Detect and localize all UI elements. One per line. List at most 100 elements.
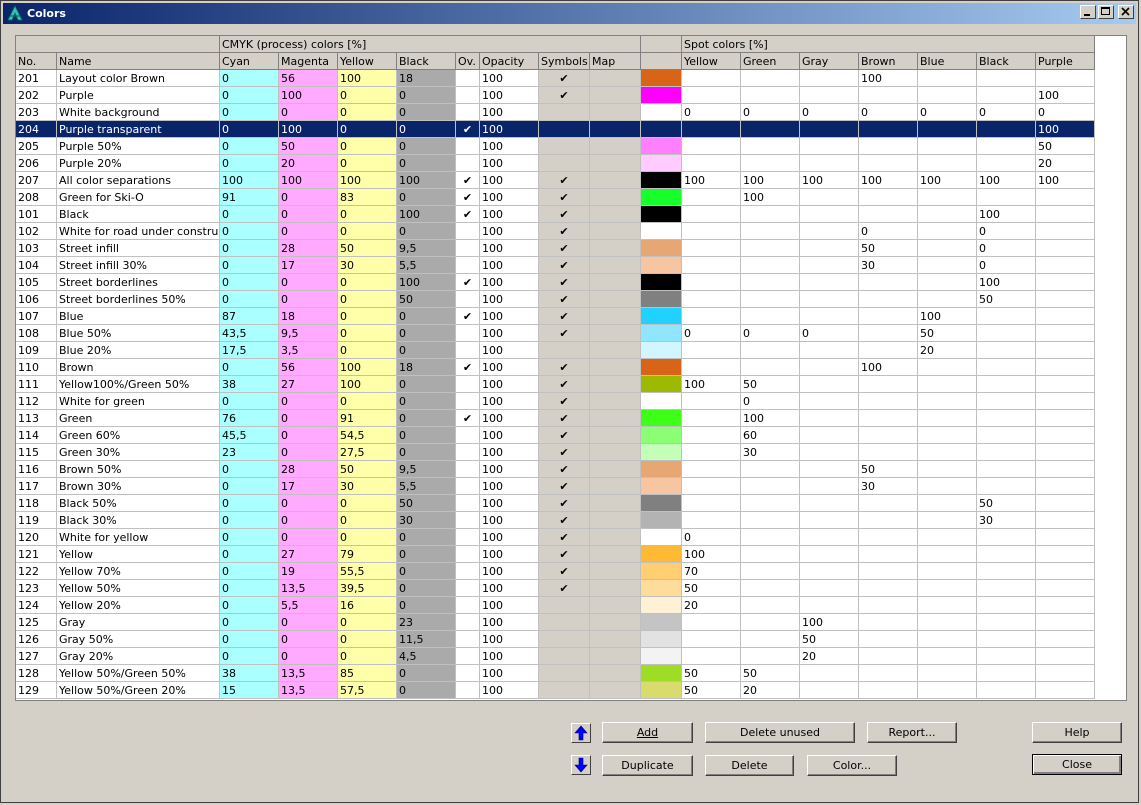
cell-spot-blue[interactable]: [918, 512, 977, 529]
cell-magenta[interactable]: 0: [279, 393, 338, 410]
cell-symbols[interactable]: ✔: [539, 325, 590, 342]
cell-overprint[interactable]: [456, 104, 480, 121]
cell-spot-blue[interactable]: [918, 546, 977, 563]
cell-black[interactable]: 11,5: [397, 631, 456, 648]
cell-name[interactable]: Green for Ski-O: [57, 189, 220, 206]
cell-opacity[interactable]: 100: [480, 87, 539, 104]
cell-magenta[interactable]: 56: [279, 70, 338, 87]
cell-spot-blue[interactable]: 100: [918, 308, 977, 325]
color-swatch[interactable]: [641, 342, 682, 359]
cell-cyan[interactable]: 0: [220, 631, 279, 648]
cell-spot-black[interactable]: [977, 189, 1036, 206]
cell-spot-blue[interactable]: [918, 631, 977, 648]
column-header-no[interactable]: No.: [16, 53, 57, 70]
cell-cyan[interactable]: 0: [220, 257, 279, 274]
cell-spot-blue[interactable]: [918, 223, 977, 240]
cell-spot-blue[interactable]: [918, 359, 977, 376]
cell-no[interactable]: 101: [16, 206, 57, 223]
color-swatch[interactable]: [641, 121, 682, 138]
cell-spot-gray[interactable]: [800, 393, 859, 410]
cell-no[interactable]: 207: [16, 172, 57, 189]
cell-spot-green[interactable]: [741, 138, 800, 155]
cell-symbols[interactable]: [539, 665, 590, 682]
cell-spot-gray[interactable]: 0: [800, 325, 859, 342]
cell-spot-gray[interactable]: [800, 461, 859, 478]
cell-spot-yellow[interactable]: [682, 223, 741, 240]
cell-overprint[interactable]: [456, 597, 480, 614]
cell-spot-black[interactable]: [977, 631, 1036, 648]
cell-yellow[interactable]: 0: [338, 87, 397, 104]
column-header-map[interactable]: Map: [590, 53, 641, 70]
maximize-button[interactable]: [1098, 5, 1114, 19]
cell-black[interactable]: 0: [397, 546, 456, 563]
cell-spot-gray[interactable]: [800, 206, 859, 223]
cell-overprint[interactable]: ✔: [456, 172, 480, 189]
cell-symbols[interactable]: [539, 104, 590, 121]
cell-black[interactable]: 100: [397, 172, 456, 189]
cell-no[interactable]: 105: [16, 274, 57, 291]
cell-spot-black[interactable]: [977, 325, 1036, 342]
cell-spot-yellow[interactable]: 50: [682, 682, 741, 699]
cell-name[interactable]: Brown 30%: [57, 478, 220, 495]
cell-spot-gray[interactable]: [800, 597, 859, 614]
cell-name[interactable]: Layout color Brown: [57, 70, 220, 87]
cell-spot-yellow[interactable]: 100: [682, 376, 741, 393]
cell-spot-blue[interactable]: [918, 410, 977, 427]
cell-no[interactable]: 208: [16, 189, 57, 206]
minimize-button[interactable]: [1080, 5, 1096, 19]
cell-overprint[interactable]: [456, 70, 480, 87]
cell-opacity[interactable]: 100: [480, 359, 539, 376]
cell-spot-purple[interactable]: [1036, 359, 1095, 376]
cell-spot-yellow[interactable]: [682, 274, 741, 291]
column-header-spot-gray[interactable]: Gray: [800, 53, 859, 70]
cell-cyan[interactable]: 43,5: [220, 325, 279, 342]
column-header-spot-yellow[interactable]: Yellow: [682, 53, 741, 70]
cell-yellow[interactable]: 0: [338, 342, 397, 359]
cell-no[interactable]: 125: [16, 614, 57, 631]
cell-spot-blue[interactable]: [918, 206, 977, 223]
cell-symbols[interactable]: ✔: [539, 291, 590, 308]
cell-spot-brown[interactable]: [859, 189, 918, 206]
cell-name[interactable]: Green: [57, 410, 220, 427]
cell-spot-green[interactable]: [741, 631, 800, 648]
cell-map[interactable]: [590, 410, 641, 427]
cell-spot-purple[interactable]: 100: [1036, 87, 1095, 104]
cell-black[interactable]: 9,5: [397, 461, 456, 478]
cell-spot-yellow[interactable]: [682, 240, 741, 257]
cell-spot-gray[interactable]: [800, 665, 859, 682]
cell-map[interactable]: [590, 529, 641, 546]
cell-spot-green[interactable]: 20: [741, 682, 800, 699]
cell-no[interactable]: 114: [16, 427, 57, 444]
cell-symbols[interactable]: [539, 342, 590, 359]
cell-spot-blue[interactable]: [918, 274, 977, 291]
cell-no[interactable]: 126: [16, 631, 57, 648]
cell-opacity[interactable]: 100: [480, 308, 539, 325]
cell-spot-green[interactable]: 30: [741, 444, 800, 461]
cell-spot-gray[interactable]: [800, 274, 859, 291]
cell-cyan[interactable]: 0: [220, 393, 279, 410]
cell-spot-green[interactable]: [741, 359, 800, 376]
cell-map[interactable]: [590, 359, 641, 376]
cell-spot-blue[interactable]: [918, 393, 977, 410]
cell-magenta[interactable]: 0: [279, 444, 338, 461]
cell-name[interactable]: Street infill: [57, 240, 220, 257]
move-up-button[interactable]: [571, 723, 591, 743]
cell-spot-purple[interactable]: 100: [1036, 121, 1095, 138]
cell-no[interactable]: 102: [16, 223, 57, 240]
cell-spot-green[interactable]: 100: [741, 172, 800, 189]
cell-spot-blue[interactable]: [918, 648, 977, 665]
title-bar[interactable]: Colors: [3, 3, 1136, 24]
cell-map[interactable]: [590, 580, 641, 597]
cell-symbols[interactable]: ✔: [539, 427, 590, 444]
cell-no[interactable]: 206: [16, 155, 57, 172]
cell-no[interactable]: 129: [16, 682, 57, 699]
cell-overprint[interactable]: [456, 342, 480, 359]
cell-name[interactable]: Street borderlines 50%: [57, 291, 220, 308]
cell-no[interactable]: 113: [16, 410, 57, 427]
cell-map[interactable]: [590, 631, 641, 648]
cell-no[interactable]: 115: [16, 444, 57, 461]
cell-black[interactable]: 0: [397, 308, 456, 325]
cell-spot-black[interactable]: [977, 376, 1036, 393]
cell-spot-black[interactable]: 0: [977, 257, 1036, 274]
cell-magenta[interactable]: 13,5: [279, 665, 338, 682]
